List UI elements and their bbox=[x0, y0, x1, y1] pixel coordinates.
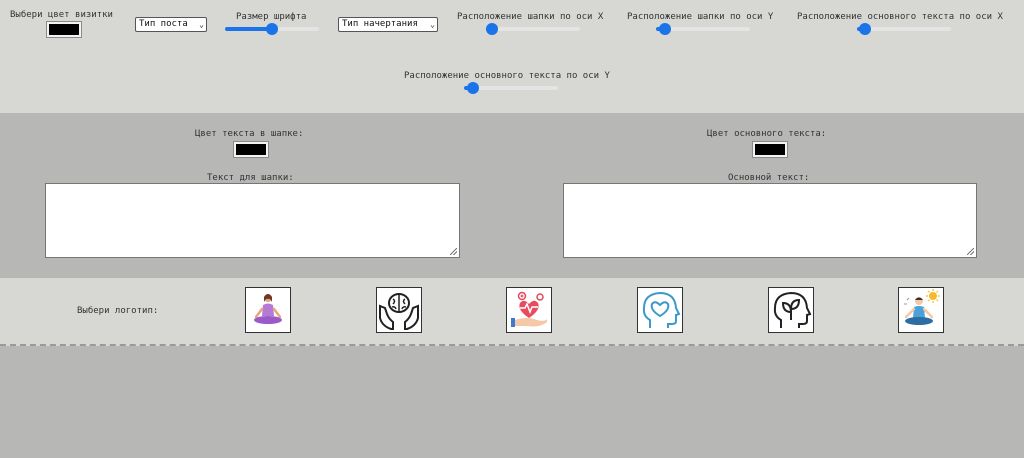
card-color-picker[interactable] bbox=[47, 22, 81, 37]
chevron-down-icon: ⌄ bbox=[199, 20, 204, 29]
logo-option-brain-hands[interactable] bbox=[376, 287, 422, 333]
card-color-label: Выбери цвет визитки bbox=[10, 10, 113, 20]
text-editor-panel: Цвет текста в шапке: Цвет основного текс… bbox=[0, 113, 1024, 278]
logo-option-head-heart[interactable] bbox=[637, 287, 683, 333]
head-leaf-icon bbox=[773, 291, 812, 328]
resize-grip-icon[interactable] bbox=[450, 248, 457, 255]
chevron-down-icon: ⌄ bbox=[430, 20, 435, 29]
post-type-select[interactable]: Тип поста ⌄ bbox=[135, 17, 207, 32]
head-heart-icon bbox=[642, 291, 681, 328]
logo-picker-label: Выбери логотип: bbox=[77, 306, 159, 316]
font-size-label: Размер шрифта bbox=[236, 12, 307, 22]
header-y-label: Расположение шапки по оси Y bbox=[627, 12, 774, 22]
header-x-slider[interactable] bbox=[485, 23, 580, 35]
yoga-woman-icon bbox=[254, 294, 282, 324]
post-type-select-value: Тип поста bbox=[139, 19, 188, 29]
logo-option-meditation-sun[interactable] bbox=[898, 287, 944, 333]
meditation-sun-icon bbox=[904, 289, 940, 325]
body-y-slider[interactable] bbox=[464, 82, 558, 94]
header-text-input[interactable] bbox=[45, 183, 460, 258]
slider-thumb[interactable] bbox=[485, 23, 498, 35]
slider-thumb[interactable] bbox=[266, 23, 278, 35]
header-color-label: Цвет текста в шапке: bbox=[195, 129, 304, 139]
resize-grip-icon[interactable] bbox=[967, 248, 974, 255]
body-text-label: Основной текст: bbox=[728, 173, 810, 183]
settings-toolbar: Выбери цвет визитки Тип поста ⌄ Размер ш… bbox=[0, 0, 1024, 113]
header-text-label: Текст для шапки: bbox=[207, 173, 294, 183]
logo-option-yoga[interactable] bbox=[245, 287, 291, 333]
font-style-select-value: Тип начертания bbox=[342, 19, 418, 29]
slider-thumb[interactable] bbox=[467, 82, 480, 94]
body-color-picker[interactable] bbox=[753, 142, 787, 157]
slider-thumb[interactable] bbox=[859, 23, 872, 35]
logo-option-head-leaf[interactable] bbox=[768, 287, 814, 333]
header-x-label: Расположение шапки по оси X bbox=[457, 12, 604, 22]
body-text-input[interactable] bbox=[563, 183, 977, 258]
heart-care-hand-icon bbox=[511, 291, 547, 327]
body-x-slider[interactable] bbox=[857, 23, 951, 35]
font-style-select[interactable]: Тип начертания ⌄ bbox=[338, 17, 438, 32]
body-x-label: Расположение основного текста по оси X bbox=[797, 12, 1003, 22]
header-color-picker[interactable] bbox=[234, 142, 268, 157]
body-color-label: Цвет основного текста: bbox=[707, 129, 827, 139]
logo-option-heart-care[interactable] bbox=[506, 287, 552, 333]
logo-picker-bar: Выбери логотип: bbox=[0, 278, 1024, 346]
brain-hands-icon bbox=[379, 293, 419, 330]
font-size-slider[interactable] bbox=[225, 23, 319, 35]
header-y-slider[interactable] bbox=[656, 23, 750, 35]
slider-thumb[interactable] bbox=[659, 23, 672, 35]
body-y-label: Расположение основного текста по оси Y bbox=[404, 71, 610, 81]
